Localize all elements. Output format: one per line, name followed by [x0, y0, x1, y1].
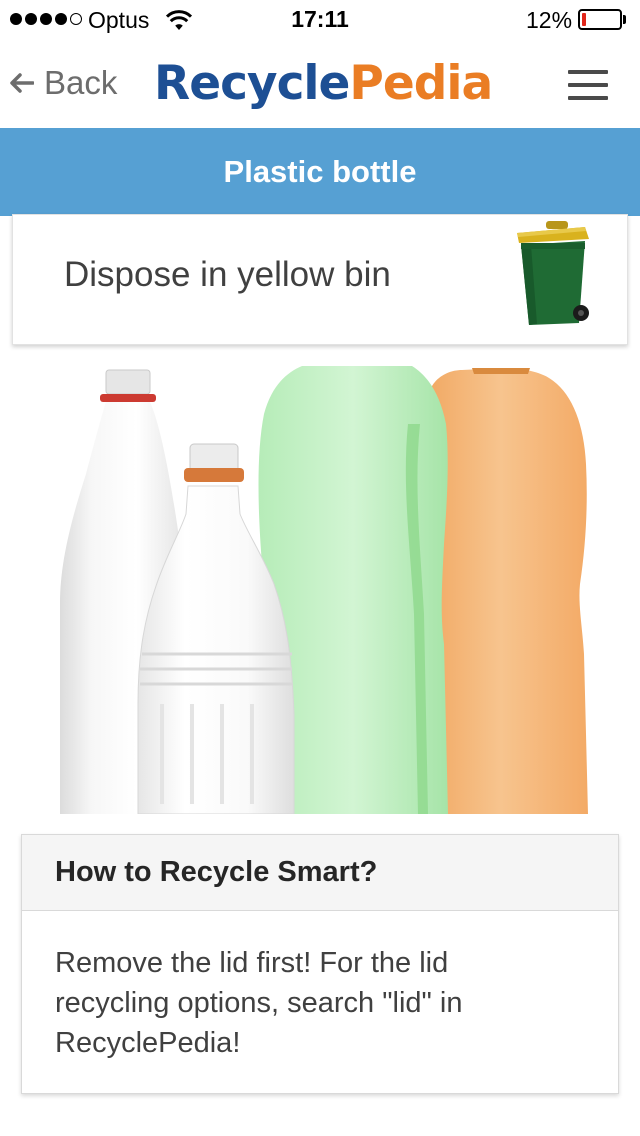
page-title: Plastic bottle: [0, 128, 640, 216]
panel-header: How to Recycle Smart?: [22, 835, 618, 911]
yellow-lid-wheelie-bin-icon: [517, 221, 589, 325]
back-button[interactable]: Back: [10, 64, 117, 102]
logo-text-pedia: Pedia: [349, 56, 493, 111]
logo-text-recycle: Recycle: [154, 56, 350, 111]
battery-percentage: 12%: [526, 7, 573, 33]
recycle-tips-panel: How to Recycle Smart? Remove the lid fir…: [21, 834, 619, 1094]
panel-body-text: Remove the lid first! For the lid recycl…: [55, 947, 463, 1059]
battery-icon: [578, 9, 622, 30]
back-label: Back: [44, 64, 118, 101]
arrow-left-icon: [10, 73, 34, 93]
battery-tip: [623, 15, 626, 24]
battery-level: [582, 13, 587, 26]
plastic-bottles-photo: [52, 364, 588, 814]
app-logo: RecyclePedia: [154, 54, 493, 114]
disposal-instruction: Dispose in yellow bin: [64, 255, 391, 294]
app-header: Back RecyclePedia: [0, 40, 640, 129]
hamburger-menu-icon[interactable]: [568, 70, 608, 100]
status-bar: Optus 17:11 12%: [0, 0, 640, 40]
panel-heading: How to Recycle Smart?: [55, 856, 378, 888]
disposal-card: Dispose in yellow bin: [12, 214, 628, 345]
